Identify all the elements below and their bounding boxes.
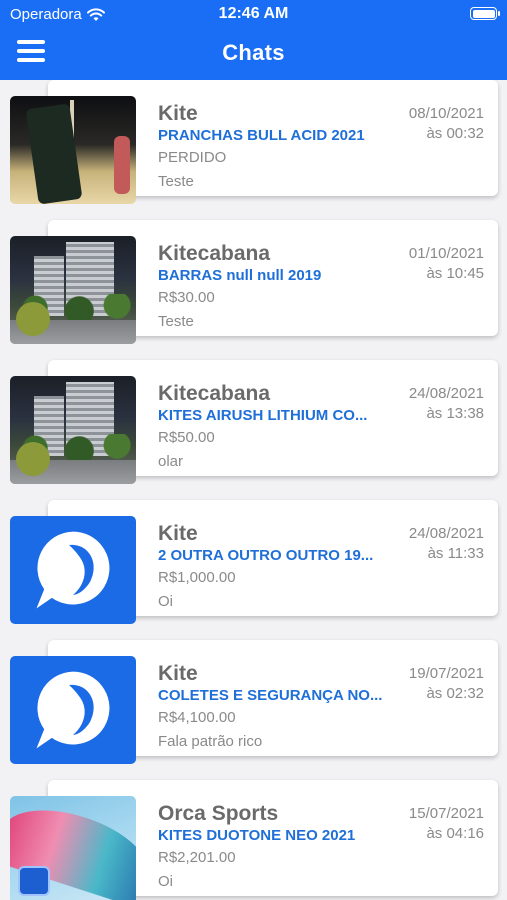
chat-seller-name: Kite [158,662,198,685]
chat-last-message: Teste [158,173,194,190]
chat-price: R$2,201.00 [158,849,236,866]
app-header: Operadora 12:46 AM Chats [0,0,507,80]
chat-price: R$1,000.00 [158,569,236,586]
chat-list-item[interactable]: Kitecabana BARRAS null null 2019 R$30.00… [10,220,500,344]
nav-bar: Chats [0,30,507,75]
app-logo-icon [36,531,110,609]
chat-timestamp: 24/08/2021 às 13:38 [409,384,484,424]
chat-thumbnail [10,236,136,344]
chat-date: 24/08/2021 [408,385,484,402]
chat-price: R$30.00 [158,289,215,306]
chat-date: 15/07/2021 [408,805,484,822]
chat-date: 01/10/2021 [408,245,484,262]
chat-price: PERDIDO [158,149,227,166]
chat-thumbnail [10,516,136,624]
chat-last-message: Fala patrão rico [158,733,263,750]
status-bar: Operadora 12:46 AM [0,0,507,28]
chat-product-title: KITES AIRUSH LITHIUM CO... [158,407,368,424]
chat-thumbnail [10,656,136,764]
chat-seller-name: Kite [158,522,198,545]
battery-icon [470,7,500,20]
status-time: 12:46 AM [218,5,289,22]
chat-product-title: KITES DUOTONE NEO 2021 [158,827,356,844]
chat-timestamp: 19/07/2021 às 02:32 [409,664,484,704]
app-logo-icon [36,671,110,749]
chat-time: às 13:38 [426,405,484,422]
chat-thumbnail [10,96,136,204]
chat-time: às 02:32 [426,685,484,702]
chat-thumbnail [10,796,136,900]
page-title: Chats [222,40,285,65]
chat-time: às 00:32 [426,125,484,142]
chat-seller-name: Kitecabana [158,242,271,265]
chat-thumbnail [10,376,136,484]
chat-last-message: Oi [158,593,173,610]
chat-seller-name: Kite [158,102,198,125]
chat-date: 24/08/2021 [408,525,484,542]
chat-product-title: PRANCHAS BULL ACID 2021 [158,127,365,144]
chat-last-message: Oi [158,873,173,890]
chat-product-title: COLETES E SEGURANÇA NO... [158,687,383,704]
chat-seller-name: Kitecabana [158,382,271,405]
chat-last-message: Teste [158,313,194,330]
chat-last-message: olar [158,453,184,470]
chat-list-item[interactable]: Kite PRANCHAS BULL ACID 2021 PERDIDO Tes… [10,80,500,204]
chat-list[interactable]: Kite PRANCHAS BULL ACID 2021 PERDIDO Tes… [0,80,507,900]
chat-timestamp: 15/07/2021 às 04:16 [409,804,484,844]
chat-time: às 10:45 [426,265,484,282]
chat-list-item[interactable]: Kitecabana KITES AIRUSH LITHIUM CO... R$… [10,360,500,484]
chat-price: R$50.00 [158,429,215,446]
chat-time: às 11:33 [427,545,484,562]
chat-timestamp: 24/08/2021 às 11:33 [409,524,484,564]
chat-list-item[interactable]: Kite COLETES E SEGURANÇA NO... R$4,100.0… [10,640,500,764]
chat-product-title: BARRAS null null 2019 [158,267,322,284]
chat-date: 08/10/2021 [408,105,484,122]
brand-badge-icon [18,866,50,896]
chat-date: 19/07/2021 [408,665,484,682]
chat-list-item[interactable]: Kite 2 OUTRA OUTRO OUTRO 19... R$1,000.0… [10,500,500,624]
chat-seller-name: Orca Sports [158,802,279,825]
chat-timestamp: 08/10/2021 às 00:32 [409,104,484,144]
chat-list-item[interactable]: Orca Sports KITES DUOTONE NEO 2021 R$2,2… [10,780,500,900]
chat-price: R$4,100.00 [158,709,236,726]
chat-time: às 04:16 [426,825,484,842]
chat-product-title: 2 OUTRA OUTRO OUTRO 19... [158,547,374,564]
chat-timestamp: 01/10/2021 às 10:45 [409,244,484,284]
